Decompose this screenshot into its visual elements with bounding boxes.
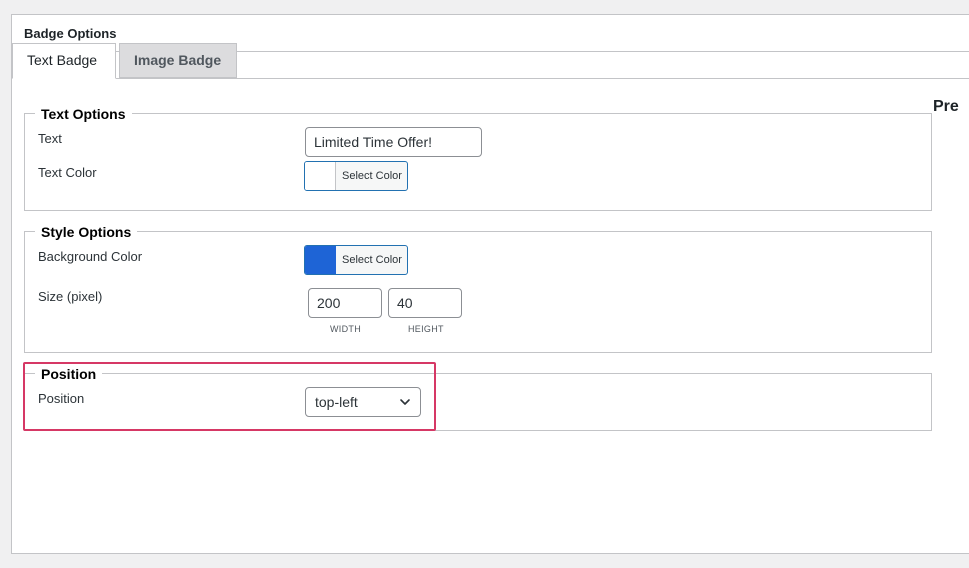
- background-color-label: Background Color: [38, 249, 143, 264]
- position-select[interactable]: top-left: [305, 387, 421, 417]
- text-label: Text: [38, 131, 62, 146]
- select-color-label: Select Color: [342, 170, 402, 182]
- badge-text-value: Limited Time Offer!: [314, 134, 433, 150]
- width-value: 200: [317, 295, 341, 311]
- badge-text-input[interactable]: Limited Time Offer!: [305, 127, 482, 157]
- tabs-divider: [12, 78, 969, 79]
- background-color-picker-button[interactable]: Select Color: [304, 245, 408, 275]
- tab-text-badge[interactable]: Text Badge: [12, 43, 116, 79]
- position-selected-value: top-left: [315, 394, 358, 410]
- width-caption: WIDTH: [330, 324, 361, 334]
- width-input[interactable]: 200: [308, 288, 382, 318]
- preview-heading: Pre: [933, 98, 959, 115]
- position-legend: Position: [35, 366, 103, 382]
- size-label: Size (pixel): [38, 289, 103, 304]
- tab-image-badge[interactable]: Image Badge: [119, 43, 237, 78]
- style-options-legend: Style Options: [35, 224, 138, 240]
- position-fieldset: Position: [24, 366, 932, 431]
- height-caption: HEIGHT: [408, 324, 444, 334]
- text-options-legend: Text Options: [35, 106, 132, 122]
- select-color-label: Select Color: [342, 254, 402, 266]
- tab-label: Image Badge: [134, 52, 222, 68]
- height-input[interactable]: 40: [388, 288, 462, 318]
- tab-label: Text Badge: [27, 52, 98, 68]
- chevron-down-icon: [400, 399, 410, 405]
- background-color-swatch: [305, 246, 336, 274]
- height-value: 40: [397, 295, 413, 311]
- text-color-swatch: [305, 162, 336, 190]
- text-color-label: Text Color: [38, 165, 97, 180]
- style-options-fieldset: Style Options: [24, 224, 932, 353]
- text-color-picker-button[interactable]: Select Color: [304, 161, 408, 191]
- panel-title: Badge Options: [24, 26, 117, 41]
- position-label: Position: [38, 391, 85, 406]
